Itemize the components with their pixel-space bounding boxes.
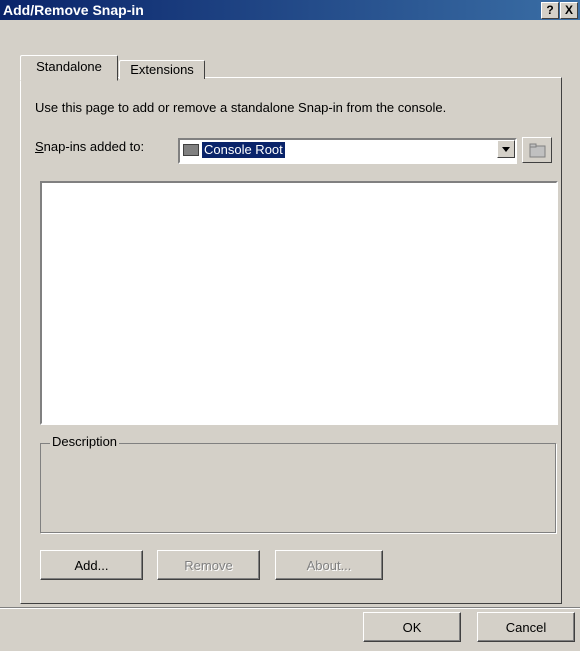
button-separator xyxy=(0,607,580,609)
snapins-added-to-dropdown[interactable]: Console Root xyxy=(178,138,517,164)
chevron-down-icon xyxy=(502,147,510,152)
tab-standalone[interactable]: Standalone xyxy=(20,55,118,81)
instruction-text: Use this page to add or remove a standal… xyxy=(35,100,447,115)
up-folder-icon xyxy=(529,143,546,158)
title-bar[interactable]: Add/Remove Snap-in ? X xyxy=(0,0,580,20)
snapins-added-to-label: Snap-ins added to: xyxy=(35,139,145,154)
help-button[interactable]: ? xyxy=(541,2,559,19)
tab-extensions[interactable]: Extensions xyxy=(119,60,205,79)
snapins-label-rest: nap-ins added to: xyxy=(43,139,145,154)
about-button[interactable]: About... xyxy=(275,550,383,580)
dropdown-toggle-button[interactable] xyxy=(497,140,515,158)
ok-button[interactable]: OK xyxy=(363,612,461,642)
description-group xyxy=(40,443,556,533)
remove-button[interactable]: Remove xyxy=(157,550,260,580)
description-label: Description xyxy=(50,434,120,449)
cancel-button[interactable]: Cancel xyxy=(477,612,575,642)
dropdown-selected-value: Console Root xyxy=(202,142,285,158)
up-one-level-button[interactable] xyxy=(522,137,552,163)
window-title: Add/Remove Snap-in xyxy=(3,2,144,18)
snapin-list[interactable] xyxy=(40,181,558,425)
folder-icon xyxy=(183,144,199,156)
add-remove-snapin-dialog: Add/Remove Snap-in ? X Standalone Extens… xyxy=(0,0,580,651)
add-button[interactable]: Add... xyxy=(40,550,143,580)
close-button[interactable]: X xyxy=(560,2,578,19)
